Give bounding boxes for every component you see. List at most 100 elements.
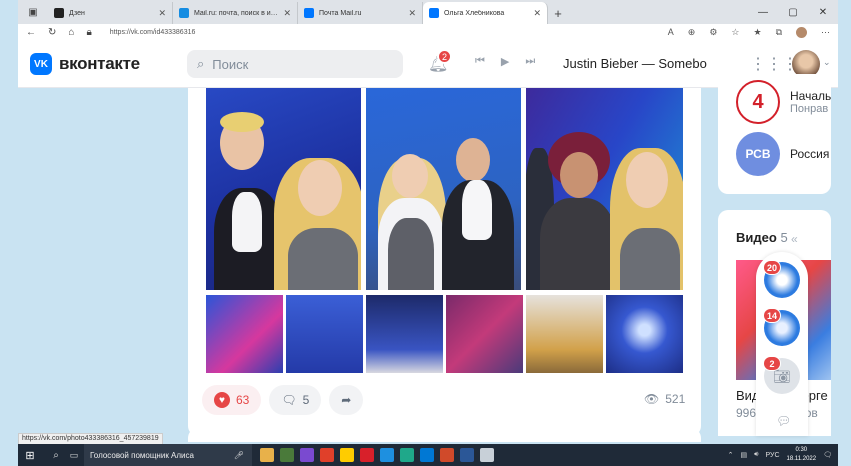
post-photo-3[interactable] [526, 88, 683, 290]
video-section-title[interactable]: Видео 5 [736, 230, 788, 245]
notifications-center-icon[interactable]: 🗨︎ [823, 451, 832, 459]
mail-app-icon[interactable] [380, 448, 394, 462]
community-name: Началь [790, 89, 832, 103]
search-input[interactable]: ⌕ Поиск [187, 50, 403, 78]
taskbar-search-icon[interactable]: ⌕ [48, 450, 64, 461]
favorites-icon[interactable]: ★ [753, 27, 761, 38]
chevron-left-icon[interactable]: « [791, 232, 798, 246]
browser-tab-vk-profile[interactable]: Ольга Хлебникова ✕ [423, 2, 548, 24]
post-photo-2[interactable] [366, 88, 521, 290]
post-photo-1[interactable] [206, 88, 361, 290]
mail-favicon-icon [304, 8, 314, 18]
share-arrow-icon: ➦ [341, 393, 352, 407]
clock-date: 18.11.2022 [786, 456, 817, 462]
yandex-music-icon[interactable] [320, 448, 334, 462]
vk-logo-text: вконтакте [59, 54, 140, 73]
powerpoint-icon[interactable] [440, 448, 454, 462]
views-count: 521 [665, 392, 686, 406]
previous-track-icon[interactable]: ⏮ [475, 55, 485, 68]
photo-face [456, 138, 490, 182]
tab-title: Mail.ru: почта, поиск в интернете [194, 9, 278, 17]
word-icon[interactable] [460, 448, 474, 462]
alice-assistant-field[interactable]: Голосовой помощник Алиса 🎤︎ [84, 444, 252, 466]
task-view-icon[interactable]: ▭ [64, 450, 84, 461]
tab-close-icon[interactable]: ✕ [283, 8, 291, 19]
next-post-card [188, 428, 701, 442]
now-playing-track[interactable]: Justin Bieber — Somebo [563, 56, 707, 71]
tab-close-icon[interactable]: ✕ [408, 8, 416, 19]
tab-actions-icon[interactable]: ▣ [18, 0, 48, 24]
yandex-icon[interactable] [360, 448, 374, 462]
community-item[interactable]: РСВ Россия [736, 132, 829, 176]
browser-tab-mailru[interactable]: Mail.ru: почта, поиск в интернете ✕ [173, 2, 298, 24]
taskbar-apps [260, 448, 494, 462]
photo-thumbnails [206, 295, 683, 373]
browser-tab-dzen[interactable]: Дзен ✕ [48, 2, 173, 24]
tab-title: Почта Mail.ru [319, 9, 362, 17]
messages-icon[interactable]: 💬︎ [776, 414, 791, 428]
community-item[interactable]: 4 Началь Понрав [736, 80, 831, 124]
audio-player-controls: ⏮ ▶ ⏭ [475, 55, 535, 68]
clock-time: 0:30 [795, 447, 808, 453]
microphone-icon[interactable]: 🎤︎ [234, 451, 244, 460]
profile-avatar-icon[interactable] [796, 26, 807, 38]
photo-face [392, 154, 428, 198]
zoom-icon[interactable]: ⊕ [688, 27, 696, 38]
taskbar-clock[interactable]: 0:30 18.11.2022 [787, 446, 817, 464]
photos-app-icon[interactable] [480, 448, 494, 462]
tray-expand-icon[interactable]: ⌃ [728, 451, 734, 459]
search-placeholder: Поиск [212, 56, 249, 72]
read-aloud-icon[interactable]: A [668, 27, 674, 37]
back-icon[interactable]: ← [26, 27, 36, 38]
home-icon[interactable]: ⌂ [68, 27, 74, 38]
video-item-subtitle-start: 996 [736, 406, 757, 420]
thumbnail-photo[interactable] [366, 295, 443, 373]
like-button[interactable]: ♥ 63 [202, 385, 262, 415]
maximize-icon[interactable]: ▢ [778, 7, 808, 18]
notes-app-icon[interactable] [280, 448, 294, 462]
reload-icon[interactable]: ↻ [48, 27, 56, 38]
play-icon[interactable]: ▶ [501, 55, 509, 68]
tab-title: Ольга Хлебникова [444, 9, 505, 17]
next-track-icon[interactable]: ⏭ [525, 55, 535, 68]
photo-face [560, 152, 598, 198]
browser-tab-mail[interactable]: Почта Mail.ru ✕ [298, 2, 423, 24]
tab-close-icon[interactable]: ✕ [533, 8, 541, 19]
minimize-icon[interactable]: — [748, 7, 778, 18]
new-tab-button[interactable]: + [548, 2, 568, 24]
visual-studio-icon[interactable] [300, 448, 314, 462]
vk-header: VK вконтакте ⌕ Поиск 🔔︎ 2 ⏮ ▶ ⏭ Justin B… [18, 40, 838, 88]
thumbnail-photo[interactable] [286, 295, 363, 373]
apps-grid-icon[interactable]: ⋮⋮⋮ [750, 54, 798, 74]
thumbnail-photo[interactable] [446, 295, 523, 373]
share-button[interactable]: ➦ [329, 385, 364, 415]
tab-close-icon[interactable]: ✕ [158, 8, 166, 19]
vk-logo[interactable]: VK вконтакте [30, 53, 140, 75]
likes-count: 63 [236, 393, 250, 407]
network-icon[interactable]: ▤ [740, 451, 747, 459]
thumbnail-photo[interactable] [606, 295, 683, 373]
extensions-icon[interactable]: ⚙ [709, 27, 717, 38]
yandex-browser-icon[interactable] [340, 448, 354, 462]
language-indicator[interactable]: РУС [765, 452, 779, 459]
volume-icon[interactable]: 🔊︎ [754, 451, 758, 459]
collections-icon[interactable]: ⧉ [776, 27, 782, 38]
file-explorer-icon[interactable] [260, 448, 274, 462]
thumbnail-photo[interactable] [526, 295, 603, 373]
windows-start-icon[interactable]: ⊞ [18, 449, 42, 462]
url-field[interactable]: https://vk.com/id433386316 [104, 29, 656, 36]
address-bar-row: ← ↻ ⌂ 🔒︎ https://vk.com/id433386316 A ⊕ … [18, 24, 838, 40]
lock-icon: 🔒︎ [86, 26, 92, 38]
community-logo: 4 [736, 80, 780, 124]
vk-logo-icon: VK [30, 53, 52, 75]
skype-icon[interactable] [420, 448, 434, 462]
chevron-down-icon[interactable]: ⌄ [823, 57, 831, 68]
menu-dots-icon[interactable]: ⋯ [821, 27, 830, 38]
favorite-star-icon[interactable]: ☆ [731, 27, 739, 38]
comment-button[interactable]: 🗨︎ 5 [269, 385, 322, 415]
thumbnail-photo[interactable] [206, 295, 283, 373]
video-count: 5 [780, 230, 788, 245]
photo-figure [462, 180, 492, 240]
edge-browser-icon[interactable] [400, 448, 414, 462]
close-window-icon[interactable]: ✕ [808, 7, 838, 18]
